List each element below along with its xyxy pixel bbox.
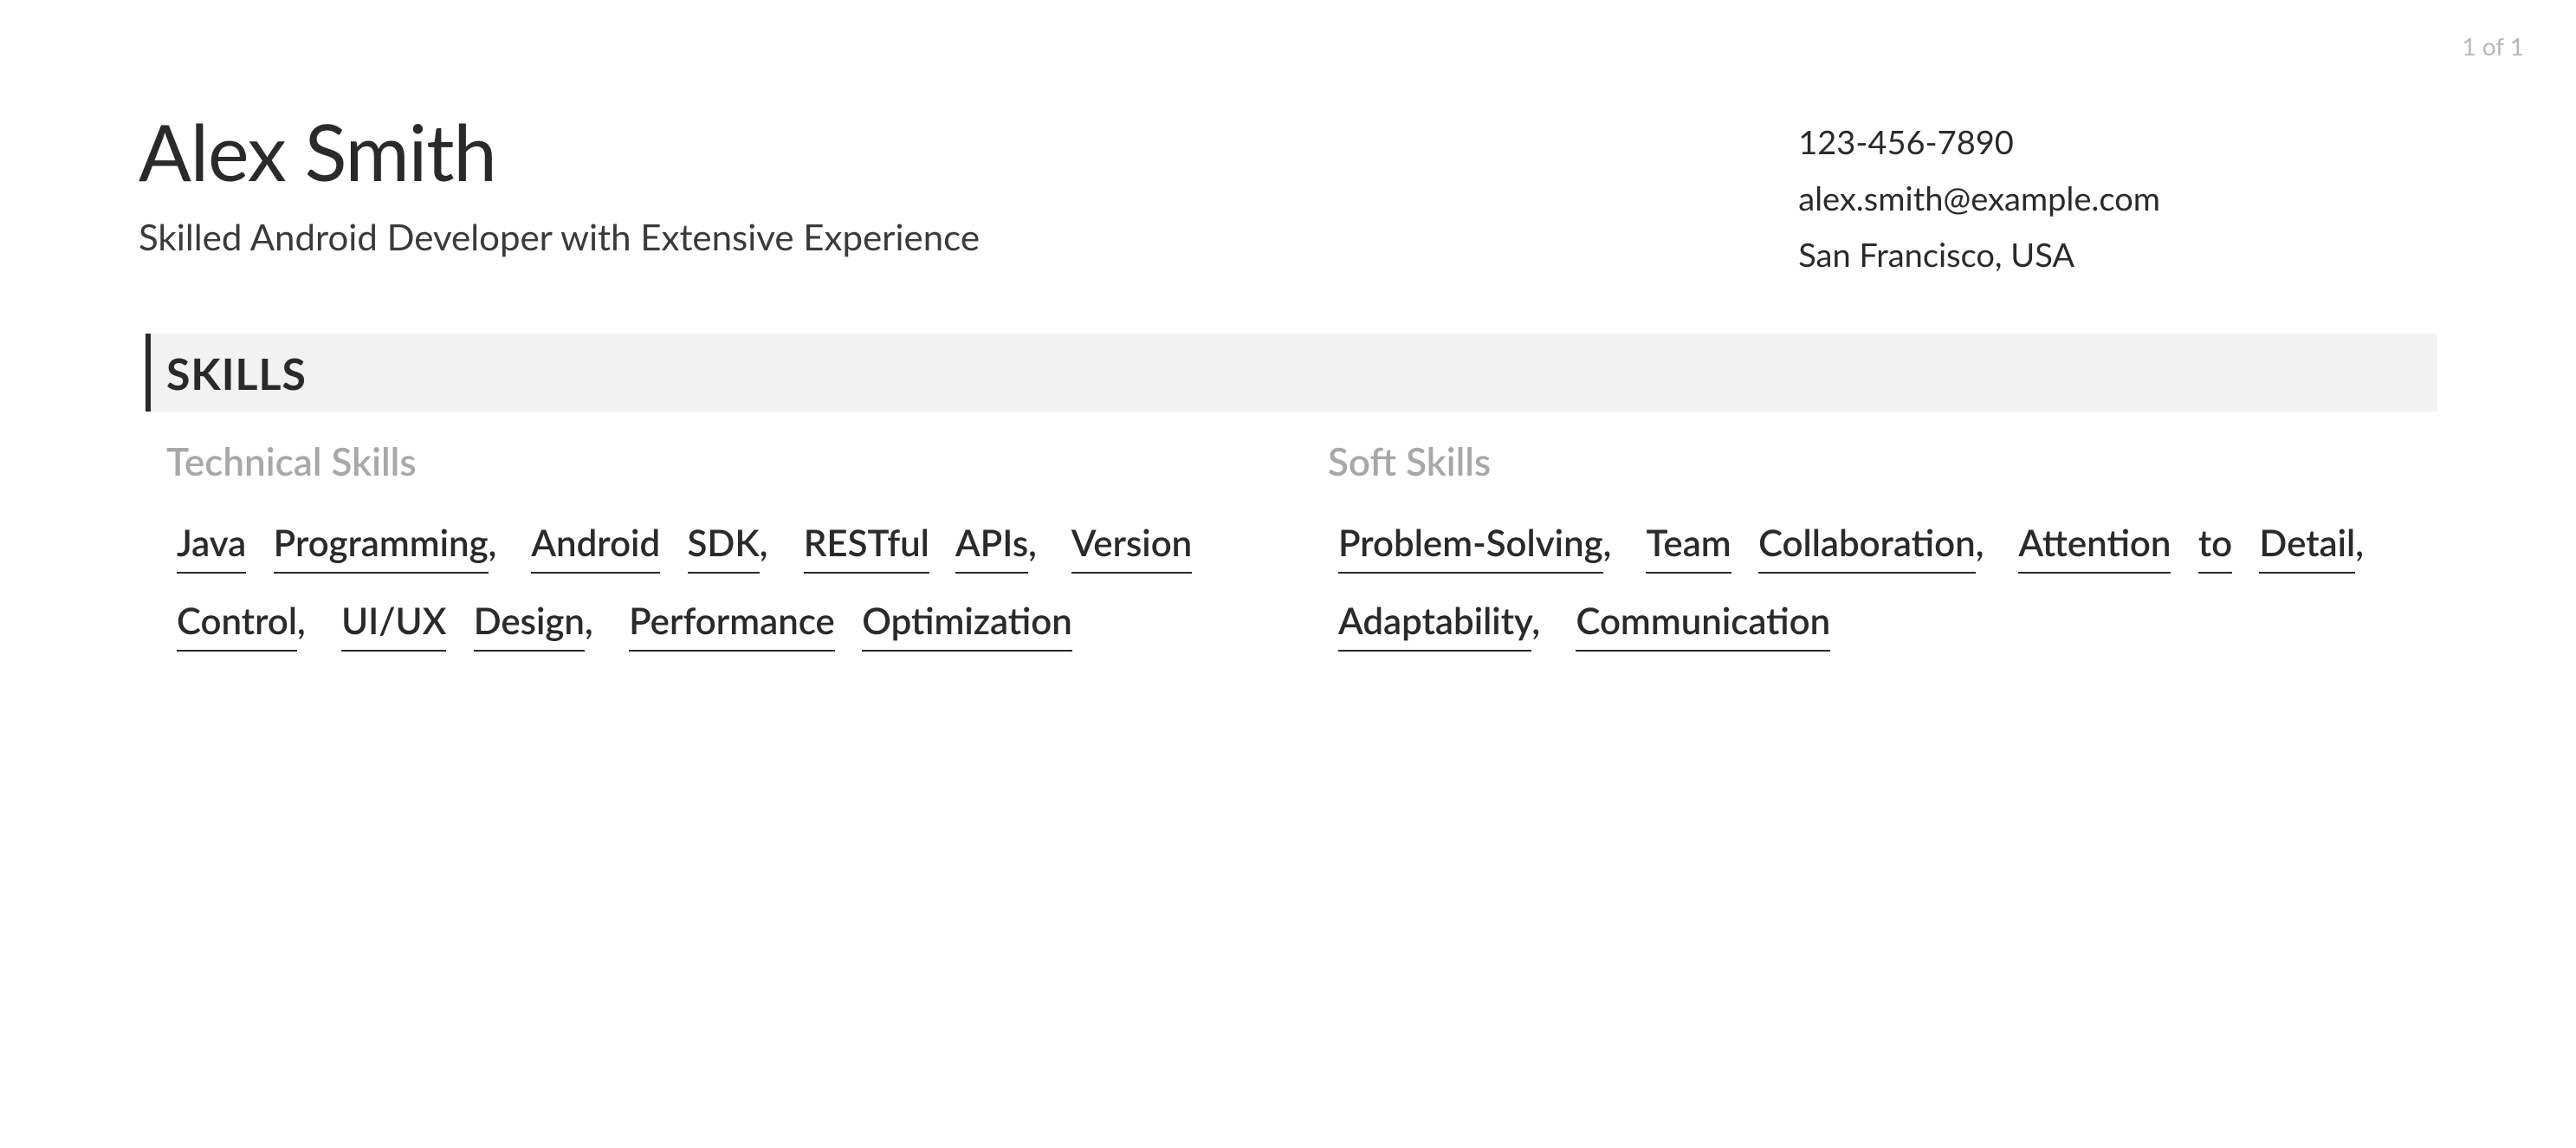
person-name: Alex Smith [139,113,1798,191]
soft-skills-list: Problem-Solving, Team Collaboration, Att… [1328,503,2437,660]
skill-item: Android [531,521,660,574]
skill-item: Communication [1576,599,1830,652]
contact-location: San Francisco, USA [1798,230,2160,281]
skills-columns: Technical Skills Java Programming, Andro… [139,439,2437,660]
skill-item: APIs, [955,521,1045,564]
skill-item: UI/UX [341,599,446,652]
skill-item: Java [177,521,246,574]
skill-item: Team [1646,521,1731,574]
skill-item: Optimization [862,599,1072,652]
skill-item: Collaboration, [1758,521,1992,564]
contact-email: alex.smith@example.com [1798,173,2160,224]
skill-item: Performance [629,599,835,652]
header-left: Alex Smith Skilled Android Developer wit… [139,113,1798,258]
contact-block: 123-456-7890 alex.smith@example.com San … [1798,113,2437,286]
skill-item: Control, [177,599,314,642]
skills-section-header: SKILLS [146,334,2437,412]
soft-skills-heading: Soft Skills [1328,439,2437,484]
skill-item: to [2198,521,2232,574]
skills-title: SKILLS [166,347,307,399]
technical-skills-heading: Technical Skills [166,439,1276,484]
skill-item: Detail, [2259,521,2372,564]
skill-item: Adaptability, [1338,599,1549,642]
skill-item: Attention [2018,521,2171,574]
technical-skills-column: Technical Skills Java Programming, Andro… [166,439,1276,660]
skill-item: Version [1071,521,1193,574]
skill-item: RESTful [804,521,929,574]
soft-skills-column: Soft Skills Problem-Solving, Team Collab… [1328,439,2437,660]
contact-phone: 123-456-7890 [1798,117,2160,168]
tagline: Skilled Android Developer with Extensive… [139,215,1798,258]
skill-item: SDK, [688,521,777,564]
resume-content: Alex Smith Skilled Android Developer wit… [0,0,2576,659]
header-row: Alex Smith Skilled Android Developer wit… [139,113,2437,286]
skill-item: Problem-Solving, [1338,521,1620,564]
technical-skills-list: Java Programming, Android SDK, RESTful A… [166,503,1276,660]
skill-item: Programming, [274,521,506,564]
page-indicator: 1 of 1 [2462,31,2524,61]
skill-item: Design, [474,599,602,642]
